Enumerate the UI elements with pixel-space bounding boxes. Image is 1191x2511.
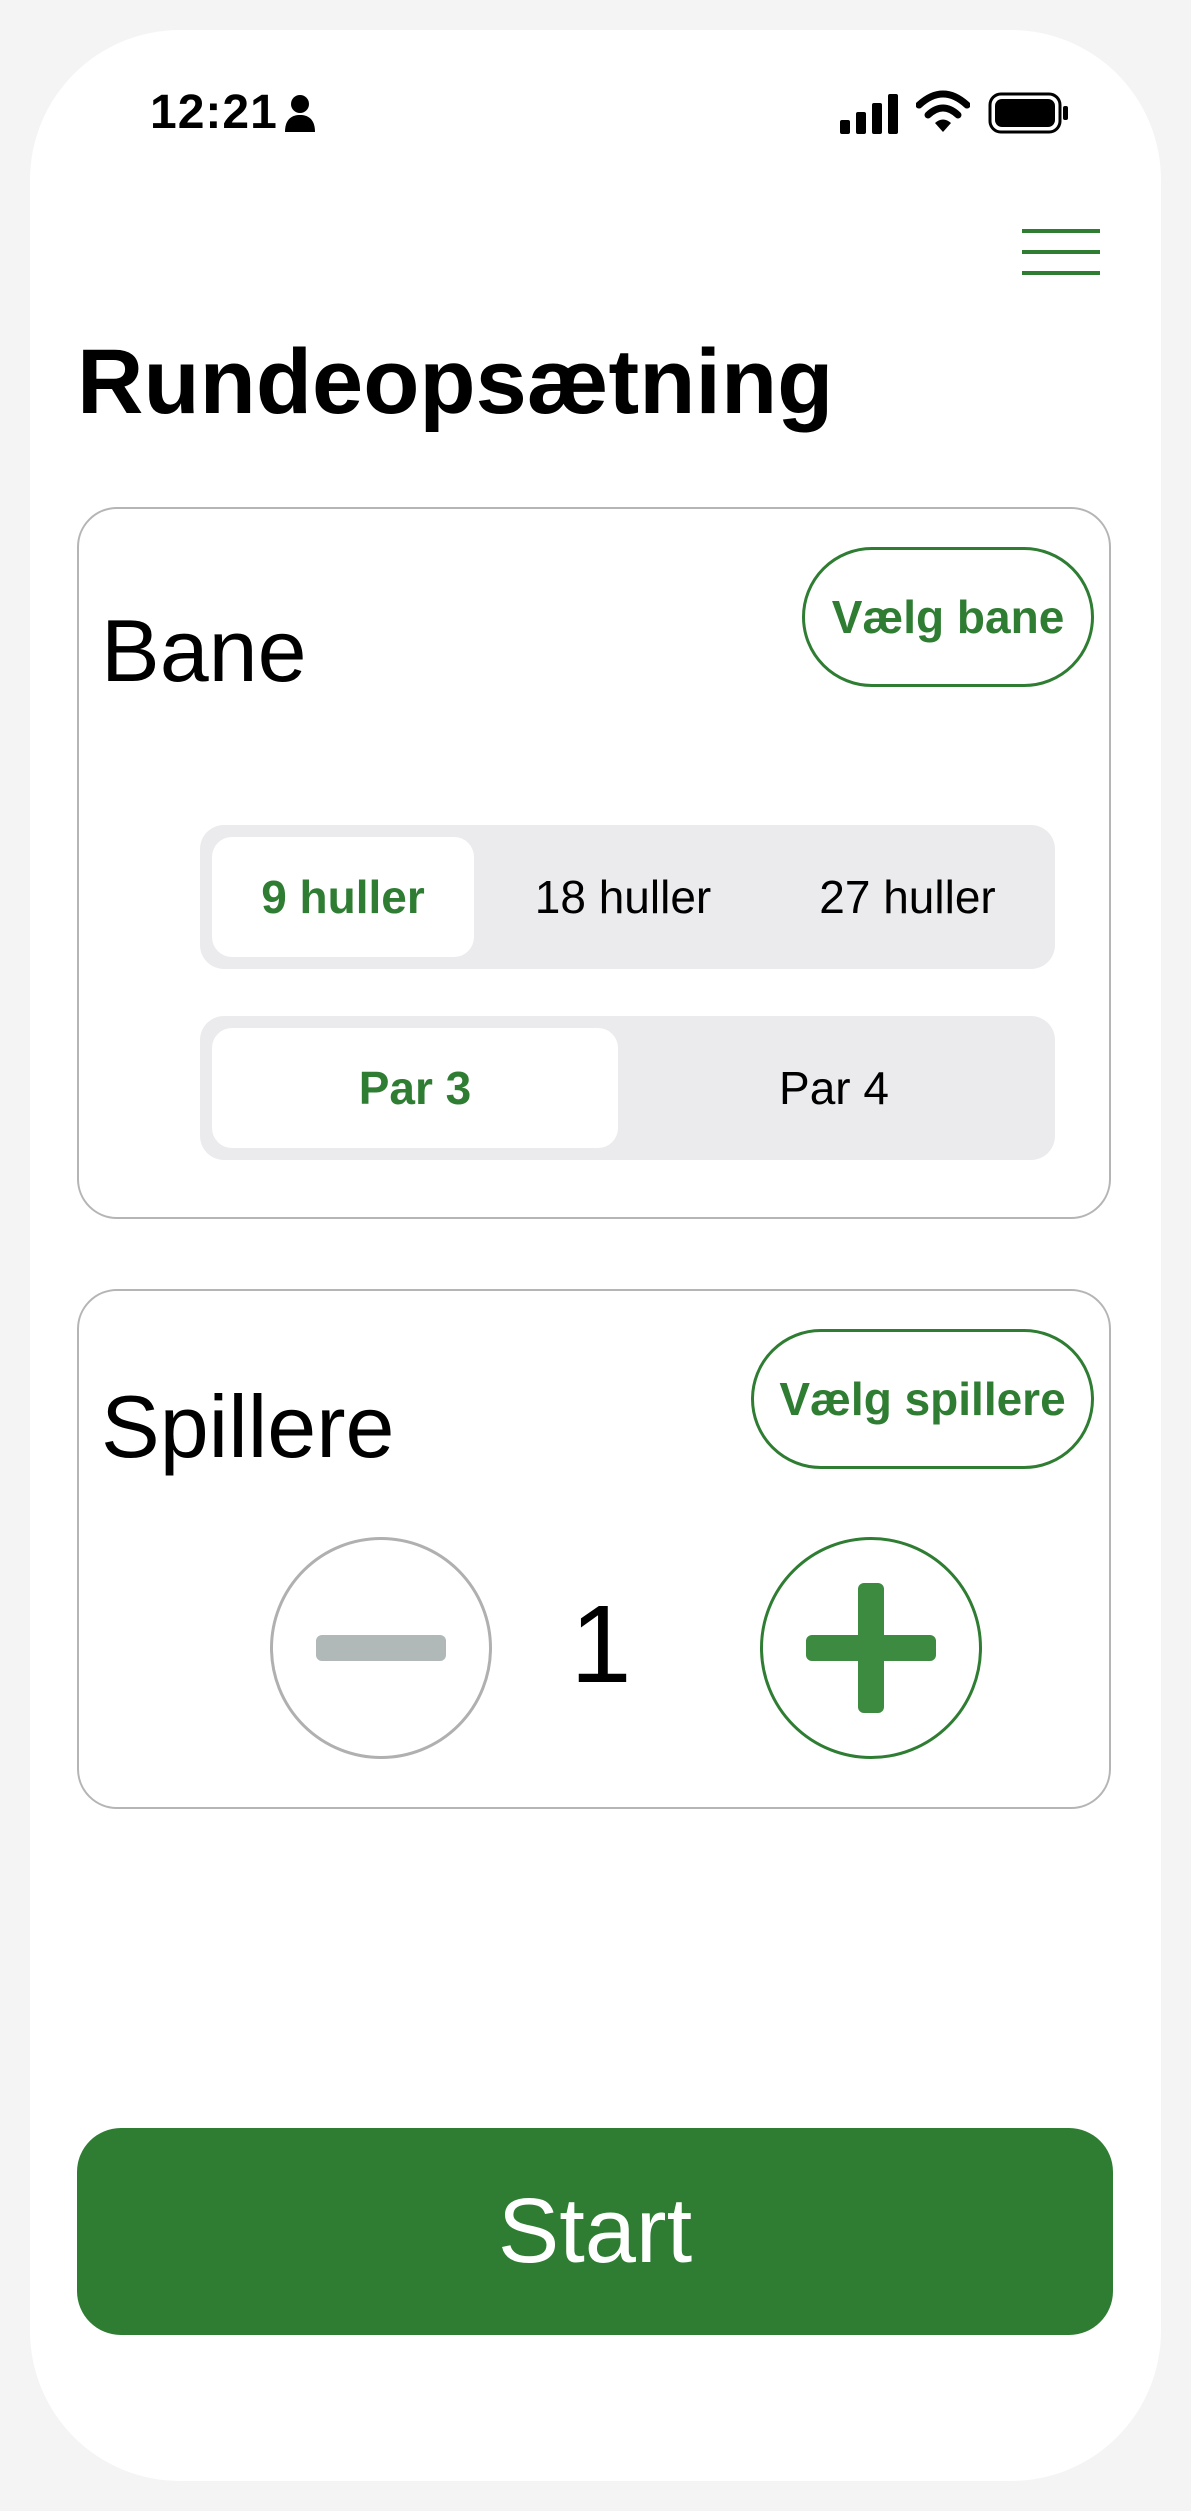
player-count: 1 [570, 1583, 632, 1706]
players-card: Spillere Vælg spillere 1 [77, 1289, 1111, 1809]
plus-icon [806, 1583, 936, 1713]
choose-players-button[interactable]: Vælg spillere [751, 1329, 1094, 1469]
course-card-title: Bane [101, 601, 307, 700]
segment-27-holes[interactable]: 27 huller [772, 837, 1043, 957]
cellular-signal-icon [840, 94, 898, 134]
players-card-title: Spillere [101, 1377, 395, 1476]
person-icon [285, 95, 315, 132]
phone-screen: 12:21 Rundeopsætning Bane Vælg bane 9 hu… [30, 30, 1161, 2481]
wifi-icon [916, 90, 970, 132]
segment-9-holes[interactable]: 9 huller [212, 837, 474, 957]
status-time: 12:21 [150, 86, 278, 139]
choose-course-button[interactable]: Vælg bane [802, 547, 1094, 687]
segment-par-3[interactable]: Par 3 [212, 1028, 618, 1148]
hamburger-menu-icon[interactable] [1020, 226, 1102, 278]
start-button[interactable]: Start [77, 2128, 1113, 2335]
course-card: Bane Vælg bane 9 huller 18 huller 27 hul… [77, 507, 1111, 1219]
increment-players-button[interactable] [760, 1537, 982, 1759]
holes-segmented-control: 9 huller 18 huller 27 huller [200, 825, 1055, 969]
segment-18-holes[interactable]: 18 huller [481, 837, 765, 957]
page-title: Rundeopsætning [77, 331, 834, 433]
segment-par-4[interactable]: Par 4 [625, 1028, 1043, 1148]
decrement-players-button[interactable] [270, 1537, 492, 1759]
battery-icon [988, 92, 1068, 134]
minus-icon [316, 1635, 446, 1661]
par-segmented-control: Par 3 Par 4 [200, 1016, 1055, 1160]
